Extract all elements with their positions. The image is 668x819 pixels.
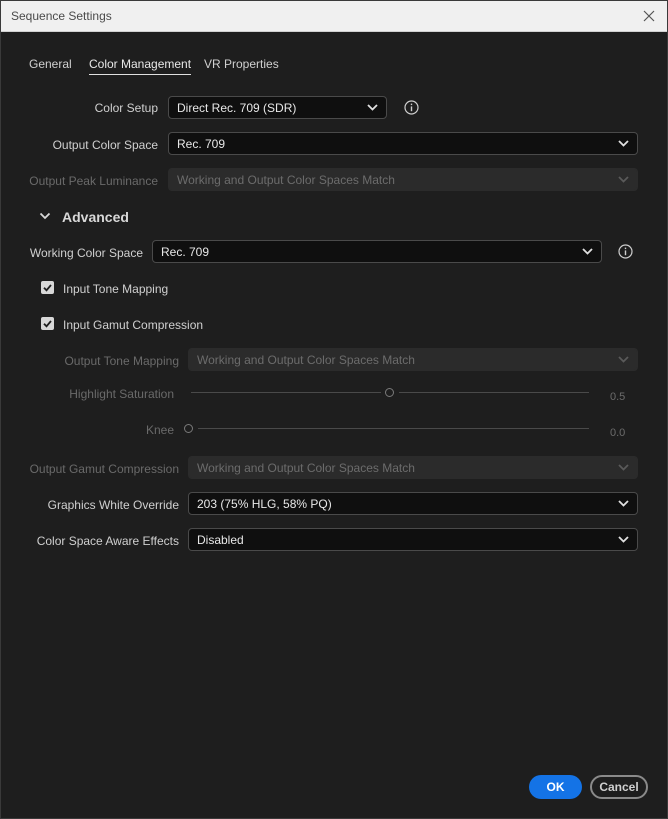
highlight-saturation-value: 0.5	[610, 391, 626, 403]
input-tone-mapping-checkbox[interactable]	[41, 281, 54, 294]
chevron-down-icon	[39, 212, 51, 220]
input-gamut-compression-checkbox[interactable]	[41, 317, 54, 330]
color-setup-dropdown[interactable]: Direct Rec. 709 (SDR)	[168, 96, 387, 119]
slider-track	[198, 428, 589, 429]
output-tone-mapping-label: Output Tone Mapping	[64, 354, 179, 368]
checkmark-icon	[43, 320, 52, 328]
input-tone-mapping-label[interactable]: Input Tone Mapping	[63, 282, 168, 296]
graphics-white-override-label: Graphics White Override	[47, 498, 179, 512]
slider-track	[191, 392, 381, 393]
output-peak-luminance-dropdown: Working and Output Color Spaces Match	[168, 168, 638, 191]
chevron-down-icon	[618, 464, 629, 471]
title-bar: Sequence Settings	[1, 1, 667, 32]
cancel-button[interactable]: Cancel	[590, 775, 648, 799]
highlight-saturation-slider[interactable]	[191, 386, 589, 400]
knee-slider[interactable]	[184, 422, 589, 436]
chevron-down-icon	[618, 176, 629, 183]
input-gamut-compression-label[interactable]: Input Gamut Compression	[63, 318, 203, 332]
output-peak-luminance-value: Working and Output Color Spaces Match	[177, 173, 395, 187]
sequence-settings-dialog: Sequence Settings General Color Manageme…	[0, 0, 668, 819]
close-button[interactable]	[637, 5, 661, 27]
chevron-down-icon	[618, 500, 629, 507]
tab-general[interactable]: General	[29, 57, 72, 71]
highlight-saturation-label: Highlight Saturation	[69, 387, 174, 401]
color-space-aware-effects-value: Disabled	[197, 533, 244, 547]
chevron-down-icon	[582, 248, 593, 255]
color-setup-value: Direct Rec. 709 (SDR)	[177, 101, 297, 115]
working-color-space-dropdown[interactable]: Rec. 709	[152, 240, 602, 263]
color-space-aware-effects-label: Color Space Aware Effects	[36, 534, 179, 548]
knee-label: Knee	[145, 423, 174, 437]
output-tone-mapping-value: Working and Output Color Spaces Match	[197, 353, 415, 367]
chevron-down-icon	[618, 536, 629, 543]
chevron-down-icon	[618, 140, 629, 147]
output-peak-luminance-label: Output Peak Luminance	[29, 174, 158, 188]
graphics-white-override-value: 203 (75% HLG, 58% PQ)	[197, 497, 332, 511]
color-setup-label: Color Setup	[94, 101, 158, 115]
info-icon[interactable]	[618, 244, 633, 259]
graphics-white-override-dropdown[interactable]: 203 (75% HLG, 58% PQ)	[188, 492, 638, 515]
output-color-space-label: Output Color Space	[52, 138, 158, 152]
ok-button[interactable]: OK	[529, 775, 582, 799]
output-gamut-compression-label: Output Gamut Compression	[29, 462, 179, 476]
knee-value: 0.0	[610, 427, 626, 439]
tab-color-management[interactable]: Color Management	[89, 57, 192, 75]
output-color-space-dropdown[interactable]: Rec. 709	[168, 132, 638, 155]
advanced-section-label: Advanced	[62, 209, 129, 225]
close-icon	[643, 10, 655, 22]
tab-vr-properties[interactable]: VR Properties	[204, 57, 279, 71]
checkmark-icon	[43, 284, 52, 292]
output-color-space-value: Rec. 709	[177, 137, 226, 151]
slider-track	[399, 392, 589, 393]
output-gamut-compression-value: Working and Output Color Spaces Match	[197, 461, 415, 475]
slider-thumb[interactable]	[184, 424, 193, 433]
info-icon[interactable]	[404, 100, 419, 115]
color-space-aware-effects-dropdown[interactable]: Disabled	[188, 528, 638, 551]
chevron-down-icon	[367, 104, 378, 111]
chevron-down-icon	[618, 356, 629, 363]
slider-thumb[interactable]	[385, 388, 394, 397]
window-title: Sequence Settings	[11, 9, 112, 23]
working-color-space-label: Working Color Space	[29, 246, 143, 260]
output-tone-mapping-dropdown: Working and Output Color Spaces Match	[188, 348, 638, 371]
working-color-space-value: Rec. 709	[161, 245, 210, 259]
output-gamut-compression-dropdown: Working and Output Color Spaces Match	[188, 456, 638, 479]
